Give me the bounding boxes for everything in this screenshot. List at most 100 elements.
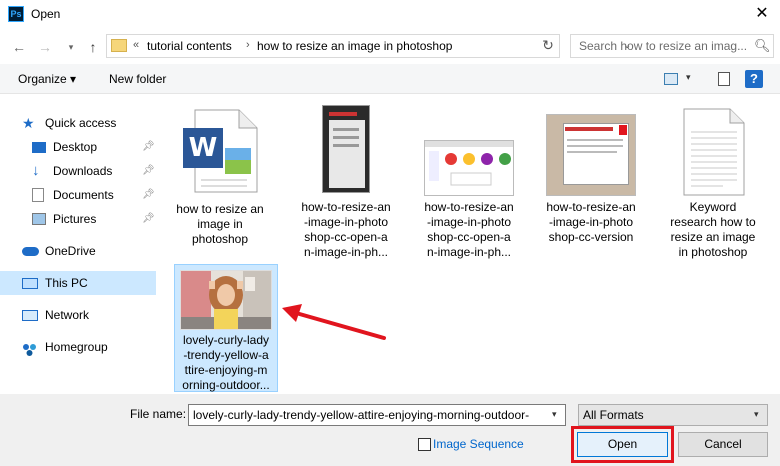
download-icon: ↓ (32, 162, 40, 179)
file-item[interactable]: how-to-resize-an -image-in-photo shop-cc… (541, 100, 641, 250)
file-item[interactable]: Keyword research how to resize an image … (663, 100, 763, 265)
breadcrumb-overflow[interactable]: « (133, 39, 139, 51)
file-name-line: shop-cc-version (548, 230, 634, 244)
file-name-line: ttire-enjoying-m (184, 363, 268, 377)
file-name-label: File name: (130, 407, 187, 421)
homegroup-icon (22, 341, 36, 356)
file-name-line: shop-cc-open-a (427, 230, 511, 244)
screenshot-thumbnail (546, 114, 636, 196)
file-name-line: photoshop (191, 232, 249, 246)
pictures-icon (32, 213, 46, 225)
file-name-dropdown-chevron-icon[interactable]: ▾ (552, 409, 557, 420)
address-bar[interactable]: « tutorial contents › how to resize an i… (106, 34, 631, 58)
cancel-button[interactable]: Cancel (678, 432, 768, 457)
file-item[interactable]: how-to-resize-an -image-in-photo shop-cc… (296, 100, 396, 260)
pin-icon[interactable]: 📌︎ (142, 183, 155, 207)
file-name-line: research how to (670, 215, 756, 229)
up-arrow-icon[interactable]: ↑ (84, 38, 102, 56)
file-name-line: -image-in-photo (303, 215, 389, 229)
file-name-line: resize an image (670, 230, 756, 244)
open-button[interactable]: Open (577, 432, 668, 457)
screenshot-thumbnail (424, 140, 514, 196)
file-name-line: how-to-resize-an (546, 200, 636, 214)
pin-icon[interactable]: 📌︎ (142, 159, 155, 183)
pin-icon[interactable]: 📌︎ (142, 135, 155, 159)
photoshop-app-icon: Ps (8, 6, 24, 22)
file-name-line: -image-in-photo (426, 215, 512, 229)
file-name-line: shop-cc-open-a (304, 230, 388, 244)
sidebar-item-label: Downloads (53, 164, 113, 178)
word-document-icon: W (181, 108, 261, 197)
screenshot-thumbnail (322, 105, 370, 193)
recent-locations-chevron-icon[interactable]: ▾ (62, 38, 80, 56)
file-format-value: All Formats (583, 408, 644, 422)
cloud-icon (22, 247, 39, 256)
text-document-icon (683, 108, 745, 199)
image-sequence-label[interactable]: Image Sequence (433, 437, 524, 451)
file-name-line: n-image-in-ph... (426, 245, 512, 259)
sidebar-item-desktop[interactable]: Desktop 📌︎ (0, 135, 156, 159)
chevron-down-icon: ▾ (754, 409, 759, 419)
back-arrow-icon[interactable]: ← (10, 38, 28, 56)
sidebar-item-label: Network (45, 308, 90, 322)
preview-pane-icon[interactable] (718, 72, 730, 86)
title-bar (0, 0, 780, 30)
file-name-line: how-to-resize-an (301, 200, 391, 214)
sidebar-item-label: Homegroup (45, 340, 108, 354)
change-view-icon[interactable] (664, 73, 678, 85)
computer-icon (22, 278, 38, 289)
file-name-line: -trendy-yellow-a (183, 348, 269, 362)
sidebar-item-label: Documents (53, 188, 114, 202)
file-item[interactable]: W how to resize an image in photoshop (170, 100, 270, 250)
file-name-line: n-image-in-ph... (303, 245, 389, 259)
search-icon: 🔍︎ (754, 38, 771, 53)
breadcrumb-separator-icon: › (246, 39, 250, 51)
file-name-line: orning-outdoor... (182, 378, 270, 392)
file-name-line: image in (197, 217, 243, 231)
file-item-selected[interactable]: lovely-curly-lady -trendy-yellow-a ttire… (174, 264, 278, 392)
sidebar-item-label: OneDrive (45, 244, 96, 258)
star-icon: ★ (22, 115, 35, 131)
sidebar-item-documents[interactable]: Documents 📌︎ (0, 183, 156, 207)
sidebar-item-homegroup[interactable]: Homegroup (0, 335, 156, 359)
sidebar-item-label: Desktop (53, 140, 98, 154)
folder-icon (111, 39, 127, 52)
organize-button[interactable]: Organize ▾ (18, 72, 76, 86)
file-name-line: Keyword (689, 200, 737, 214)
pin-icon[interactable]: 📌︎ (142, 207, 155, 231)
window-title: Open (31, 7, 61, 21)
sidebar-item-label: This PC (45, 276, 88, 290)
file-name-line: how to resize an (176, 202, 264, 216)
search-input[interactable]: Search how to resize an imag... 🔍︎ (570, 34, 774, 58)
file-item[interactable]: how-to-resize-an -image-in-photo shop-cc… (419, 100, 519, 260)
forward-arrow-icon[interactable]: → (36, 38, 54, 56)
view-options-chevron-icon[interactable]: ▾ (686, 72, 691, 83)
file-name-line: -image-in-photo (548, 215, 634, 229)
documents-icon (32, 188, 44, 202)
sidebar-item-label: Quick access (45, 116, 117, 130)
file-name-line: how-to-resize-an (424, 200, 514, 214)
breadcrumb-current-folder[interactable]: how to resize an image in photoshop (257, 39, 452, 53)
file-format-select[interactable]: All Formats ▾ (578, 404, 768, 426)
image-sequence-checkbox[interactable] (418, 438, 431, 451)
close-icon[interactable]: ✕ (750, 3, 774, 25)
help-icon[interactable]: ? (745, 70, 763, 88)
sidebar-item-onedrive[interactable]: OneDrive (0, 239, 156, 263)
file-name-input[interactable]: lovely-curly-lady-trendy-yellow-attire-e… (188, 404, 566, 426)
annotation-arrow-icon (282, 304, 386, 340)
sidebar-item-this-pc[interactable]: This PC (0, 271, 156, 295)
new-folder-button[interactable]: New folder (109, 72, 166, 86)
file-name-line: in photoshop (678, 245, 748, 259)
sidebar-item-quick-access[interactable]: ★ Quick access (0, 111, 156, 135)
svg-text:W: W (189, 133, 218, 163)
sidebar-item-pictures[interactable]: Pictures 📌︎ (0, 207, 156, 231)
search-placeholder: Search how to resize an imag... (579, 39, 748, 53)
refresh-icon[interactable]: ↻ (539, 37, 557, 55)
desktop-icon (32, 142, 46, 153)
file-name-value: lovely-curly-lady-trendy-yellow-attire-e… (193, 408, 530, 422)
photo-thumbnail (180, 270, 272, 330)
sidebar-item-downloads[interactable]: ↓ Downloads 📌︎ (0, 159, 156, 183)
sidebar-item-network[interactable]: Network (0, 303, 156, 327)
network-icon (22, 310, 38, 321)
breadcrumb-tutorial-contents[interactable]: tutorial contents (147, 39, 232, 53)
